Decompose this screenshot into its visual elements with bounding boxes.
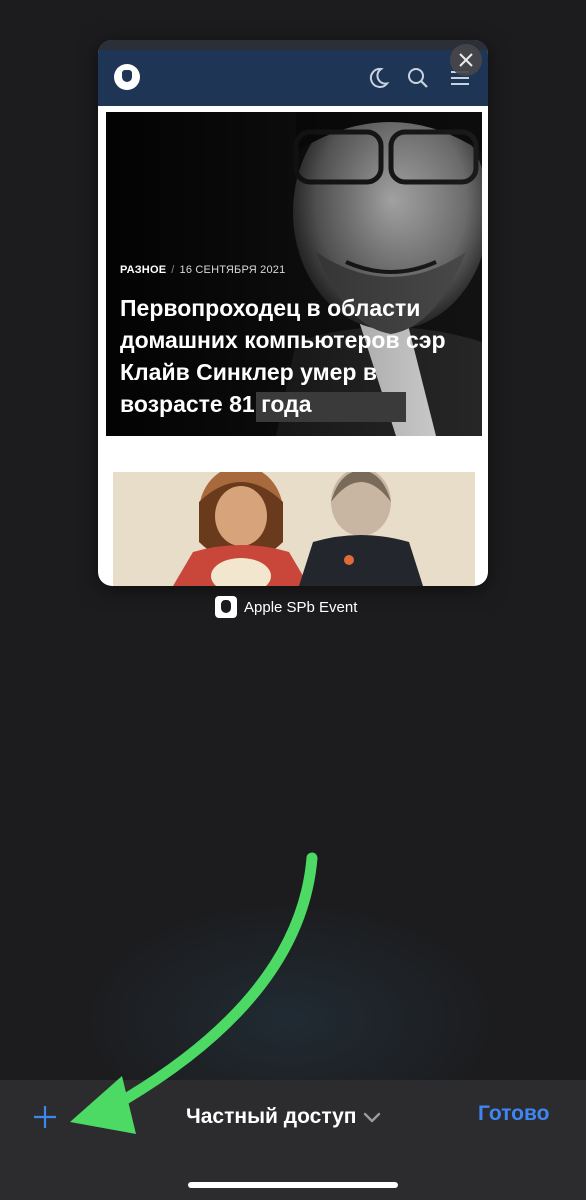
site-header [98, 40, 488, 106]
bottom-toolbar: Частный доступ Готово [0, 1080, 586, 1200]
article-title[interactable]: Первопроходец в области домашних компьют… [120, 292, 470, 420]
article-meta: РАЗНОЕ / 16 СЕНТЯБРЯ 2021 [120, 264, 285, 276]
new-tab-button[interactable] [32, 1104, 58, 1130]
site-favicon-icon [215, 596, 237, 618]
article-illustration [113, 472, 475, 586]
meta-separator: / [171, 264, 175, 276]
tab-caption[interactable]: Apple SPb Event [215, 596, 357, 618]
tab-title: Apple SPb Event [244, 598, 358, 616]
close-icon [459, 53, 473, 67]
chevron-down-icon [363, 1112, 380, 1123]
tab-card[interactable]: РАЗНОЕ / 16 СЕНТЯБРЯ 2021 Первопроходец в … [98, 40, 488, 586]
article-category[interactable]: РАЗНОЕ [120, 264, 166, 276]
done-button[interactable]: Готово [478, 1102, 549, 1126]
home-indicator [188, 1182, 398, 1188]
article-date: 16 СЕНТЯБРЯ 2021 [179, 264, 286, 276]
site-logo-icon [114, 64, 140, 90]
search-icon [408, 68, 428, 88]
article-second-photo[interactable] [113, 472, 475, 586]
status-strip [98, 40, 488, 50]
close-tab-button[interactable] [450, 44, 482, 76]
private-mode-selector[interactable]: Частный доступ [186, 1102, 381, 1132]
moon-icon [369, 67, 390, 88]
mode-label: Частный доступ [186, 1105, 357, 1128]
article-hero[interactable]: РАЗНОЕ / 16 СЕНТЯБРЯ 2021 Первопроходец в … [106, 112, 482, 436]
